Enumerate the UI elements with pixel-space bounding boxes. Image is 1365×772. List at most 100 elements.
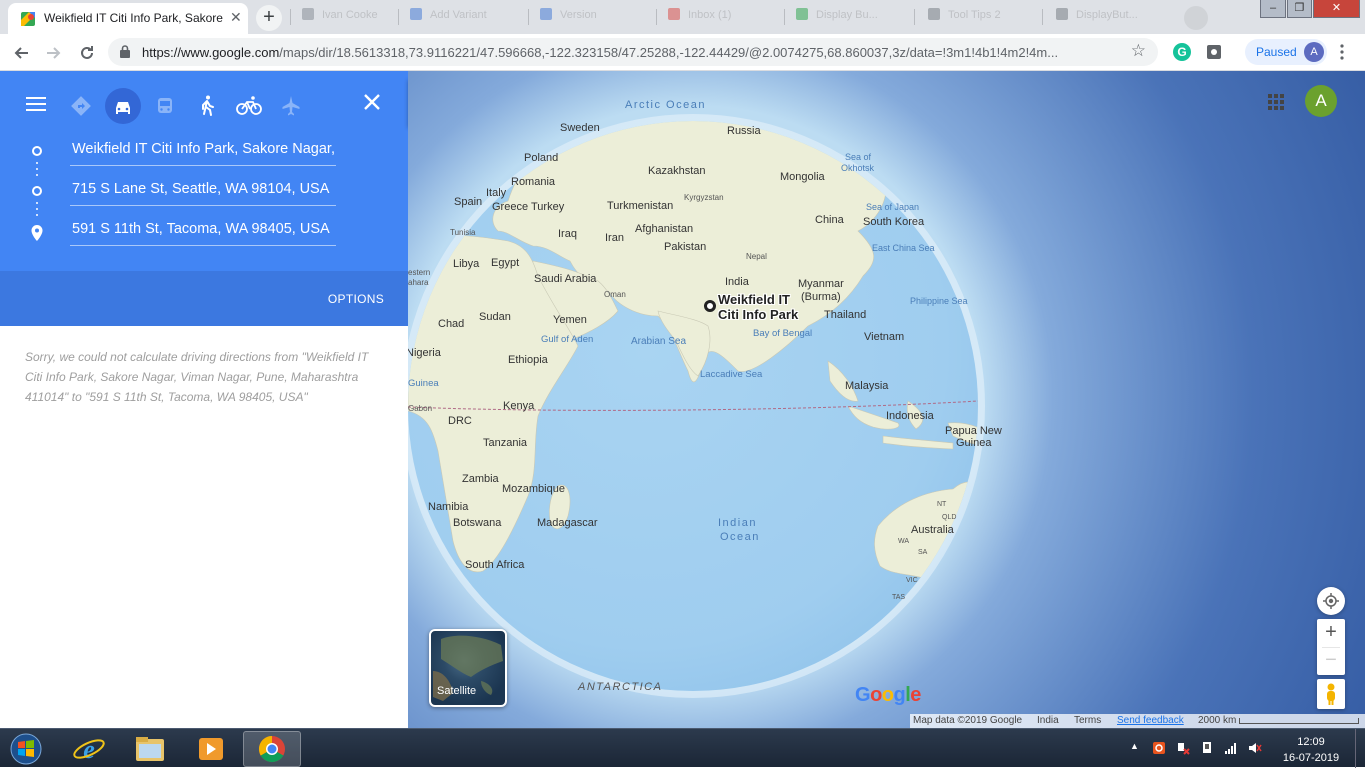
directions-panel: Weikfield IT Citi Info Park, Sakore Naga… (0, 71, 408, 728)
location-marker-icon[interactable] (704, 300, 716, 312)
scale-label[interactable]: 2000 km (1198, 715, 1236, 726)
antarctica-label: ANTARCTICA (578, 681, 663, 693)
grammarly-extension-icon[interactable]: G (1172, 42, 1192, 62)
state-label: VIC (906, 577, 918, 584)
country-label: Guinea (956, 437, 992, 449)
background-tab-7[interactable]: DisplayBut... (1056, 8, 1138, 26)
mode-best-button[interactable] (63, 88, 99, 124)
background-tab-3[interactable]: Version (540, 8, 597, 26)
destination-pin-icon (31, 225, 43, 241)
new-tab-button[interactable]: + (256, 5, 282, 31)
google-apps-icon[interactable] (1267, 93, 1285, 111)
mode-cycling-button[interactable] (231, 88, 267, 124)
bookmark-star-icon[interactable]: ☆ (1131, 41, 1146, 61)
window-close-button[interactable]: ✕ (1313, 0, 1360, 18)
address-bar[interactable]: https://www.google.com/maps/dir/18.56133… (108, 38, 1158, 66)
waypoint-field[interactable]: 715 S Lane St, Seattle, WA 98104, USA (70, 176, 336, 206)
extension-icon[interactable] (1204, 42, 1224, 62)
origin-field[interactable]: Weikfield IT Citi Info Park, Sakore Naga… (70, 136, 336, 166)
country-label: Italy (486, 187, 507, 199)
show-hidden-icons-button[interactable]: ▲ (1130, 741, 1139, 751)
sea-label: East China Sea (872, 243, 935, 253)
tab-favicon-icon (668, 8, 680, 20)
network-signal-icon[interactable] (1224, 741, 1238, 755)
chrome-menu-icon[interactable] (1340, 44, 1344, 60)
action-center-icon[interactable] (1176, 741, 1190, 755)
mode-transit-button[interactable] (147, 88, 183, 124)
waypoint-icon (32, 186, 42, 196)
destination-field[interactable]: 591 S 11th St, Tacoma, WA 98405, USA (70, 216, 336, 246)
background-tab-5[interactable]: Display Bu... (796, 8, 878, 26)
options-button[interactable]: OPTIONS (328, 292, 384, 306)
waypoint-value: 715 S Lane St, Seattle, WA 98104, USA (72, 181, 330, 197)
state-label: SA (918, 549, 928, 556)
zoom-in-button[interactable]: + (1317, 619, 1345, 647)
forward-button[interactable] (42, 41, 66, 65)
url-host: https://www.google.com (142, 45, 280, 60)
route-dot (36, 162, 38, 164)
url-path: /maps/dir/18.5613318,73.9116221/47.59666… (279, 45, 1059, 60)
taskbar-file-explorer[interactable] (121, 731, 179, 767)
sea-label: Sea of Japan (866, 202, 920, 212)
sea-label: Laccadive Sea (700, 369, 763, 380)
start-button[interactable] (6, 731, 46, 767)
tray-app-icon[interactable] (1152, 741, 1166, 755)
reload-button[interactable] (75, 41, 99, 65)
tab-separator (784, 9, 785, 25)
active-tab[interactable]: Weikfield IT Citi Info Park, Sakore Naga… (8, 3, 248, 34)
account-avatar[interactable]: A (1305, 85, 1337, 117)
show-desktop-button[interactable] (1355, 729, 1365, 768)
windows-start-icon (10, 733, 42, 765)
background-tab-4[interactable]: Inbox (1) (668, 8, 731, 26)
taskbar-chrome[interactable] (243, 731, 301, 767)
tab-close-icon[interactable]: ✕ (230, 9, 242, 26)
background-tab-1[interactable]: Ivan Cooke (302, 8, 378, 26)
system-clock[interactable]: 12:09 16-07-2019 (1282, 734, 1340, 766)
options-bar: OPTIONS (0, 271, 408, 326)
country-label: Egypt (491, 257, 520, 269)
state-label: QLD (942, 514, 957, 521)
country-label: Mozambique (502, 483, 565, 495)
profile-paused-button[interactable]: Paused A (1245, 39, 1327, 65)
volume-muted-icon[interactable] (1248, 741, 1262, 755)
location-marker-label[interactable]: Weikfield IT Citi Info Park (718, 292, 798, 322)
country-label: Indonesia (886, 410, 934, 422)
country-label: Sweden (560, 122, 600, 134)
taskbar-media-player[interactable] (182, 731, 240, 767)
close-directions-icon[interactable] (361, 91, 383, 113)
region-link[interactable]: India (1037, 715, 1059, 726)
country-label: Iran (605, 232, 624, 244)
country-label: Spain (454, 196, 483, 208)
mode-driving-button[interactable] (105, 88, 141, 124)
sea-label: Arabian Sea (631, 336, 687, 347)
back-arrow-icon (14, 47, 28, 59)
country-label: Gabon (408, 404, 433, 413)
device-icon[interactable] (1200, 741, 1214, 755)
taskbar-internet-explorer[interactable]: e (60, 731, 118, 767)
sea-label: Okhotsk (841, 163, 875, 173)
svg-text:e: e (83, 735, 95, 764)
tab-search-icon[interactable] (1184, 6, 1208, 30)
country-label: Botswana (453, 517, 502, 529)
marker-label-line2: Citi Info Park (718, 307, 799, 322)
terms-link[interactable]: Terms (1074, 715, 1101, 726)
globe-graphic (408, 114, 985, 698)
paused-label: Paused (1256, 45, 1297, 59)
folder-icon (136, 737, 164, 761)
map-canvas[interactable]: Arctic Ocean Indian Ocean ANTARCTICA Swe… (408, 71, 1365, 728)
send-feedback-link[interactable]: Send feedback (1117, 715, 1184, 726)
tab-separator (1042, 9, 1043, 25)
bicycle-icon (236, 96, 262, 115)
background-tab-6[interactable]: Tool Tips 2 (928, 8, 1001, 26)
minimize-button[interactable]: – (1260, 0, 1286, 18)
background-tab-2[interactable]: Add Variant (410, 8, 487, 26)
zoom-out-button[interactable]: − (1317, 648, 1345, 675)
my-location-button[interactable] (1317, 587, 1345, 615)
mode-walking-button[interactable] (189, 88, 225, 124)
back-button[interactable] (9, 41, 33, 65)
satellite-toggle[interactable]: Satellite (429, 629, 507, 707)
menu-icon[interactable] (26, 97, 46, 111)
maximize-button[interactable]: ❐ (1287, 0, 1312, 18)
street-view-pegman-button[interactable] (1317, 679, 1345, 709)
mode-flight-button[interactable] (273, 88, 309, 124)
